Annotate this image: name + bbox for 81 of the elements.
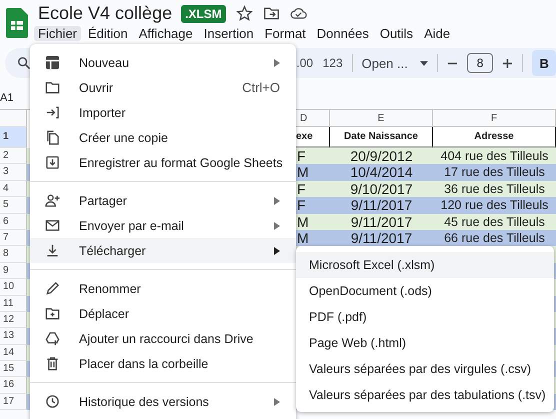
table-cell: 17 rue des Tilleuls [433, 164, 556, 181]
search-icon[interactable] [17, 56, 31, 70]
grid-icon [45, 55, 60, 70]
table-cell: 20/9/2012 [330, 148, 433, 164]
table-cell: 36 rue des Tilleuls [433, 180, 556, 198]
save-icon [45, 155, 60, 170]
triangle-plus-icon [45, 331, 60, 346]
menu-bar-item[interactable]: Édition [84, 26, 132, 41]
table-cell: 45 rue des Tilleuls [433, 214, 556, 230]
row-number[interactable]: 4 [0, 180, 27, 198]
row-number[interactable]: 11 [0, 296, 27, 312]
menu-bar-item[interactable]: Aide [420, 26, 454, 41]
row-number[interactable]: 16 [0, 377, 27, 394]
menu-item[interactable]: Nouveau [30, 50, 296, 75]
row-number[interactable]: 9 [0, 262, 27, 280]
folder-icon [45, 80, 60, 95]
copy-icon [45, 130, 60, 145]
menu-bar-item[interactable]: Format [260, 26, 310, 41]
menu-bar-item[interactable]: Affichage [134, 26, 197, 41]
column-header[interactable]: E [330, 110, 433, 127]
pencil-icon [45, 281, 60, 296]
menu-bar-item[interactable]: Données [312, 26, 373, 41]
row-number[interactable]: 15 [0, 361, 27, 378]
name-box[interactable]: A1 [0, 89, 20, 107]
folder-plus-icon [45, 306, 60, 321]
table-cell: 404 rue des Tilleuls [433, 148, 556, 164]
menu-item[interactable]: Télécharger [30, 238, 296, 263]
envelope-icon [45, 218, 60, 233]
menu-bar-item[interactable]: Outils [376, 26, 418, 41]
menu-item[interactable]: Page Web (.html) [296, 330, 554, 356]
download-icon [45, 243, 60, 258]
table-cell: 9/11/2017 [330, 197, 433, 214]
row-number[interactable]: 5 [0, 197, 27, 214]
plus-icon[interactable] [502, 58, 514, 68]
table-cell: 10/4/2014 [330, 164, 433, 181]
shortcut-text: Ctrl+O [242, 80, 280, 95]
menu-item[interactable]: Déplacer [30, 301, 296, 326]
document-title[interactable]: Ecole V4 collège [34, 3, 172, 24]
row-number[interactable]: 10 [0, 279, 27, 296]
table-cell: 66 rue des Tilleuls [433, 230, 556, 246]
menu-item[interactable]: Ouvrir Ctrl+O [30, 75, 296, 100]
row-number[interactable]: 3 [0, 164, 27, 181]
row-number[interactable]: 14 [0, 344, 27, 362]
table-cell: 120 rue des Tilleuls [433, 197, 556, 214]
menu-item[interactable]: Placer dans la corbeille [30, 351, 296, 376]
table-cell: 9/10/2017 [330, 180, 433, 198]
number-format-button[interactable]: 123 [322, 56, 343, 70]
person-add-icon [45, 193, 60, 208]
menu-bar-item[interactable]: Fichier [34, 26, 82, 41]
row-number[interactable]: 12 [0, 312, 27, 328]
row-number[interactable]: 7 [0, 230, 27, 246]
menu-item[interactable]: PDF (.pdf) [296, 304, 554, 330]
arrow-in-icon [45, 105, 60, 120]
row-number[interactable]: 1 [0, 127, 27, 148]
font-size-field[interactable]: 8 [466, 53, 494, 73]
table-cell: 9/11/2017 [330, 230, 433, 246]
caret-icon [420, 60, 428, 66]
menu-item[interactable]: Valeurs séparées par des virgules (.csv) [296, 356, 554, 382]
row-number[interactable]: 8 [0, 246, 27, 263]
menu-item[interactable]: Renommer [30, 276, 296, 301]
increase-decimal-button[interactable]: .00 [294, 56, 315, 70]
trash-icon [45, 356, 60, 371]
history-icon [45, 394, 60, 409]
row-number[interactable]: 17 [0, 394, 27, 410]
menu-item[interactable]: Ajouter un raccourci dans Drive [30, 326, 296, 351]
row-number[interactable]: 2 [0, 148, 27, 164]
folder-arrow-icon[interactable] [262, 5, 280, 22]
menu-bar-item[interactable]: Insertion [200, 26, 258, 41]
menu-item[interactable]: Historique des versions [30, 389, 296, 414]
bold-button[interactable]: B [532, 50, 556, 76]
star-icon[interactable] [236, 5, 253, 22]
menu-item[interactable]: Valeurs séparées par des tabulations (.tsv) [296, 382, 554, 408]
row-number[interactable]: 6 [0, 214, 27, 230]
menu-item[interactable]: OpenDocument (.ods) [296, 278, 554, 304]
table-cell: 9/11/2017 [330, 214, 433, 230]
file-type-badge: .XLSM [181, 4, 226, 22]
menu-item[interactable]: Microsoft Excel (.xlsm) [296, 252, 554, 278]
row-number[interactable]: 13 [0, 328, 27, 345]
spreadsheet-logo-icon[interactable] [6, 8, 28, 38]
font-dropdown[interactable]: Open ... [362, 56, 428, 70]
column-header[interactable]: F [433, 110, 556, 127]
